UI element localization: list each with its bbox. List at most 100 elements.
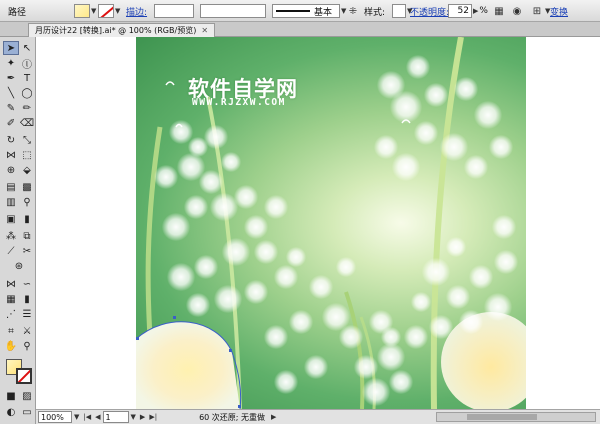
column-graph-tool-icon[interactable]: ▮ — [19, 212, 35, 226]
anchor-point[interactable] — [136, 337, 139, 340]
paintbrush-tool-icon[interactable]: ✎ — [3, 101, 19, 115]
document-setup-icon[interactable]: ▦ — [492, 4, 506, 18]
bokeh-dot — [354, 355, 378, 379]
mesh-tool-icon[interactable]: ▩ — [19, 180, 35, 194]
symbol-sprayer-tool-icon[interactable]: ⁂ — [3, 229, 19, 243]
bokeh-dot — [454, 77, 478, 101]
width-tool-icon[interactable]: ⋈ — [3, 148, 19, 162]
free-transform-tool-icon[interactable]: ⬚ — [19, 148, 35, 162]
perspective-grid-tool-icon[interactable]: ▤ — [3, 180, 19, 194]
graph-tool-icon[interactable]: ▦ — [3, 292, 19, 306]
transform-link[interactable]: 变换 — [550, 3, 568, 19]
artboard-tool-icon[interactable]: ⧉ — [19, 229, 35, 243]
bokeh-dot — [392, 153, 420, 181]
next-artboard-icon[interactable]: ▶ — [140, 413, 145, 421]
shape-builder-tool-icon[interactable]: ⊕ — [3, 163, 19, 177]
chevron-down-icon[interactable]: ▼ — [131, 413, 136, 421]
hand-pan-tool-icon[interactable]: ✋ — [3, 339, 19, 353]
direct-selection-tool-icon[interactable]: ↖ — [19, 41, 35, 55]
symbol-tool-icon[interactable]: ⋰ — [3, 307, 19, 321]
isolate-button[interactable]: ◉ — [510, 3, 524, 19]
artboard-number-field[interactable]: 1 — [102, 411, 129, 423]
stroke-link[interactable]: 描边: — [126, 3, 147, 19]
eraser-tool-icon[interactable]: ⌫ — [19, 116, 35, 130]
chevron-down-icon[interactable]: ▼ — [74, 413, 79, 421]
chevron-right-icon[interactable]: ▶ — [473, 7, 478, 15]
variable-width-dropdown[interactable] — [200, 3, 266, 19]
warp-tool-icon[interactable]: ⋈ — [3, 277, 19, 291]
status-menu-icon[interactable]: ▶ — [271, 413, 276, 421]
lasso-tool-icon[interactable]: ⓛ — [19, 56, 35, 71]
slice-tool-icon[interactable]: ⟋ — [3, 244, 19, 258]
color-mode-icon[interactable]: ■ — [3, 389, 19, 403]
align-button[interactable]: ⊞ ▼ — [530, 3, 551, 19]
anchor-point[interactable] — [229, 349, 232, 352]
bokeh-dot — [286, 247, 306, 267]
recolor-artwork-button[interactable]: ⁜ — [346, 3, 360, 19]
object-type-label: 路径 — [8, 7, 27, 18]
knife-tool-icon[interactable]: ⚔ — [19, 324, 35, 338]
ellipse-tool-icon[interactable]: ◯ — [19, 86, 35, 100]
style-label: 样式: — [364, 7, 386, 18]
status-message: 60 次还原; 无重做 — [199, 412, 266, 422]
gradient-mode-icon[interactable]: ▨ — [19, 389, 35, 403]
bokeh-dot — [377, 343, 405, 371]
bokeh-dot — [484, 293, 512, 321]
column-tool-icon[interactable]: ☰ — [19, 307, 35, 321]
brush-profile-dropdown[interactable]: 基本 ▼ — [272, 3, 346, 19]
rotate-tool-icon[interactable]: ↻ — [3, 133, 19, 147]
close-icon[interactable]: ✕ — [201, 26, 208, 35]
twirl-tool-icon[interactable]: ∽ — [19, 277, 35, 291]
live-paint-tool-icon[interactable]: ⬙ — [19, 163, 35, 177]
document-tab[interactable]: 月历设计22 [转换].ai* @ 100% (RGB/预览) ✕ — [28, 23, 216, 37]
isolate-icon[interactable]: ◉ — [510, 4, 524, 18]
document-setup-button[interactable]: ▦ — [492, 3, 506, 19]
bokeh-dot — [336, 257, 356, 277]
blend-tool-icon[interactable]: ▣ — [3, 212, 19, 226]
scissors-tool-icon[interactable]: ✂ — [19, 244, 35, 258]
bokeh-dot — [264, 195, 288, 219]
draw-normal-icon[interactable]: ◐ — [3, 405, 19, 419]
pencil-tool-icon[interactable]: ✏ — [19, 101, 35, 115]
stroke-color-swatch[interactable] — [16, 368, 32, 384]
align-icon[interactable]: ⊞ — [530, 4, 544, 18]
gradient-tool-icon[interactable]: ▥ — [3, 195, 19, 209]
magic-wand-tool-icon[interactable]: ✦ — [3, 56, 19, 70]
line-tool-icon[interactable]: ╲ — [3, 86, 19, 100]
stroke-weight-dropdown[interactable] — [154, 3, 194, 19]
pen-tool-icon[interactable]: ✒ — [3, 71, 19, 85]
zoom-field[interactable]: 100% — [38, 411, 72, 423]
selection-tool-icon[interactable]: ➤ — [3, 41, 19, 55]
artboard[interactable]: 软件自学网 WWW.RJZXW.COM — [136, 37, 526, 409]
stroke-swatch[interactable] — [98, 4, 114, 18]
bokeh-dot — [204, 125, 228, 149]
zoom-tool-icon[interactable]: ⚲ — [19, 339, 35, 353]
previous-artboard-icon[interactable]: ◀ — [95, 413, 100, 421]
anchor-point[interactable] — [238, 405, 241, 408]
crop-tool-icon[interactable]: ⌗ — [3, 324, 19, 338]
blob-brush-tool-icon[interactable]: ✐ — [3, 116, 19, 130]
anchor-point[interactable] — [173, 316, 176, 319]
screen-mode-icon[interactable]: ▭ — [19, 405, 35, 419]
bokeh-dot — [424, 83, 448, 107]
bokeh-dot — [194, 255, 218, 279]
control-bar: 路径 ▼ ▼ 描边: 基本 ▼ ⁜ 样式: ▼ 不透明度: 52 ▶ % ▦ ◉… — [0, 0, 600, 22]
hand-tool-icon[interactable]: ⊛ — [11, 259, 27, 273]
opacity-link[interactable]: 不透明度: — [410, 3, 449, 19]
canvas-area[interactable]: 软件自学网 WWW.RJZXW.COM — [36, 37, 600, 409]
bar-tool-icon[interactable]: ▮ — [19, 292, 35, 306]
first-artboard-icon[interactable]: |◀ — [83, 413, 91, 421]
fill-swatch[interactable] — [74, 4, 90, 18]
opacity-input[interactable]: 52 ▶ % — [448, 3, 488, 19]
fill-swatch-control[interactable]: ▼ — [74, 3, 96, 19]
horizontal-scrollbar[interactable] — [436, 412, 596, 422]
selected-path[interactable] — [136, 321, 240, 409]
scale-tool-icon[interactable]: ⤡ — [19, 133, 35, 147]
chevron-down-icon[interactable]: ▼ — [115, 7, 120, 15]
recolor-icon[interactable]: ⁜ — [346, 4, 360, 18]
chevron-down-icon[interactable]: ▼ — [91, 7, 96, 15]
type-tool-icon[interactable]: T — [19, 71, 35, 85]
last-artboard-icon[interactable]: ▶| — [149, 413, 157, 421]
stroke-swatch-control[interactable]: ▼ — [98, 3, 120, 19]
eyedropper-tool-icon[interactable]: ⚲ — [19, 195, 35, 209]
